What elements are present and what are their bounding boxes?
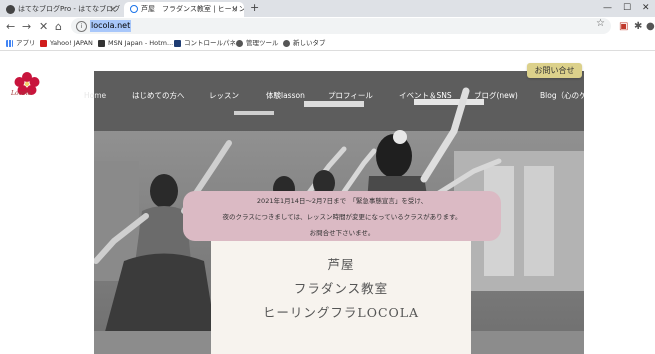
nav-item-blog-new[interactable]: ブログ(new) [474,89,518,103]
webpage: Locola Home はじめての方へ レッスン 体験lasson プロフィール… [0,51,655,354]
minimize-icon[interactable]: — [603,0,612,16]
home-icon[interactable]: ⌂ [55,19,62,34]
bookmark-yahoo[interactable]: Yahoo! JAPAN [40,36,93,50]
nav-item-trial-lesson[interactable]: 体験lasson [266,89,305,103]
nav-item-profile[interactable]: プロフィール [328,89,373,103]
extensions-puzzle-icon[interactable]: ✱ [634,19,642,34]
globe-icon [236,39,243,47]
bookmark-label: コントロールパネル [184,39,243,47]
browser-tab-hatena[interactable]: はてなブログPro - はてなブログ ✕ [0,2,122,17]
globe-icon [283,39,290,47]
close-window-icon[interactable]: ✕ [642,0,650,16]
bookmark-admin-tools[interactable]: 管理ツール [236,36,279,50]
maximize-icon[interactable]: ☐ [623,0,631,16]
browser-toolbar: ← → ✕ ⌂ i locola.net ☆ ▣ ✱ ● [0,17,655,36]
bookmark-label: 管理ツール [246,39,279,47]
site-info-icon[interactable]: i [76,21,87,32]
bookmark-label: 新しいタブ [293,39,326,47]
notice-line: お問合せ下さいませ。 [309,229,375,237]
msn-icon [98,39,105,47]
notice-line: 夜のクラスにつきましては、レッスン時間が変更になっているクラスがあります。 [222,213,462,221]
bookmark-new-tab[interactable]: 新しいタブ [283,36,326,50]
main-nav: Home はじめての方へ レッスン 体験lasson プロフィール イベント＆S… [84,89,602,103]
control-panel-icon [174,39,181,47]
yahoo-icon [40,39,47,47]
bookmark-label: アプリ [16,39,36,47]
browser-tab-locola[interactable]: 芦屋 フラダンス教室 | ヒーリングフラ ✕ [124,2,244,17]
new-tab-button[interactable]: + [250,1,259,14]
bookmark-star-icon[interactable]: ☆ [596,18,605,29]
loading-spinner-icon [130,5,138,13]
back-icon[interactable]: ← [6,19,15,34]
bookmark-label: Yahoo! JAPAN [50,39,93,47]
nav-item-first-time[interactable]: はじめての方へ [132,89,185,103]
bookmark-msn[interactable]: MSN Japan - Hotm... [98,36,173,50]
hero-title-box: 芦屋 フラダンス教室 ヒーリングフラLOCOLA [211,241,471,354]
hatena-favicon-icon [6,4,15,14]
bookmark-apps[interactable]: アプリ [6,36,36,50]
hero-title-line: ヒーリングフラLOCOLA [262,305,420,320]
tab-title: 芦屋 フラダンス教室 | ヒーリングフラ [141,5,244,13]
extension-icon[interactable]: ▣ [619,19,628,34]
nav-item-events-sns[interactable]: イベント＆SNS [399,89,452,103]
bookmark-label: MSN Japan - Hotm... [108,39,174,47]
bookmarks-bar: アプリ Yahoo! JAPAN MSN Japan - Hotm... コント… [0,36,655,51]
contact-button[interactable]: お問い合せ [527,63,582,78]
apps-grid-icon [6,39,13,47]
profile-icon[interactable]: ● [646,19,655,34]
logo-text: Locola [11,90,32,97]
notice-line: 2021年1月14日～2月7日まで 「緊急事態宣言」を受け、 [256,197,428,205]
bookmark-control-panel[interactable]: コントロールパネル [174,36,243,50]
tab-title: はてなブログPro - はてなブログ [18,5,121,13]
browser-tab-bar: はてなブログPro - はてなブログ ✕ 芦屋 フラダンス教室 | ヒーリングフ… [0,0,655,17]
hero-title-line: フラダンス教室 [293,281,389,296]
close-tab-icon[interactable]: ✕ [109,2,116,17]
hero-title-line: 芦屋 [327,257,355,272]
nav-item-home[interactable]: Home [84,89,106,103]
nav-item-lessons[interactable]: レッスン [209,89,239,103]
url-text[interactable]: locola.net [90,20,132,32]
close-tab-icon[interactable]: ✕ [231,2,238,17]
stop-loading-icon[interactable]: ✕ [39,19,48,34]
nav-item-blog-care[interactable]: Blog（心のケア） [540,89,602,103]
forward-icon[interactable]: → [22,19,31,34]
notice-banner: 2021年1月14日～2月7日まで 「緊急事態宣言」を受け、 夜のクラスにつきま… [183,191,501,241]
address-bar[interactable]: i locola.net ☆ [71,18,611,34]
